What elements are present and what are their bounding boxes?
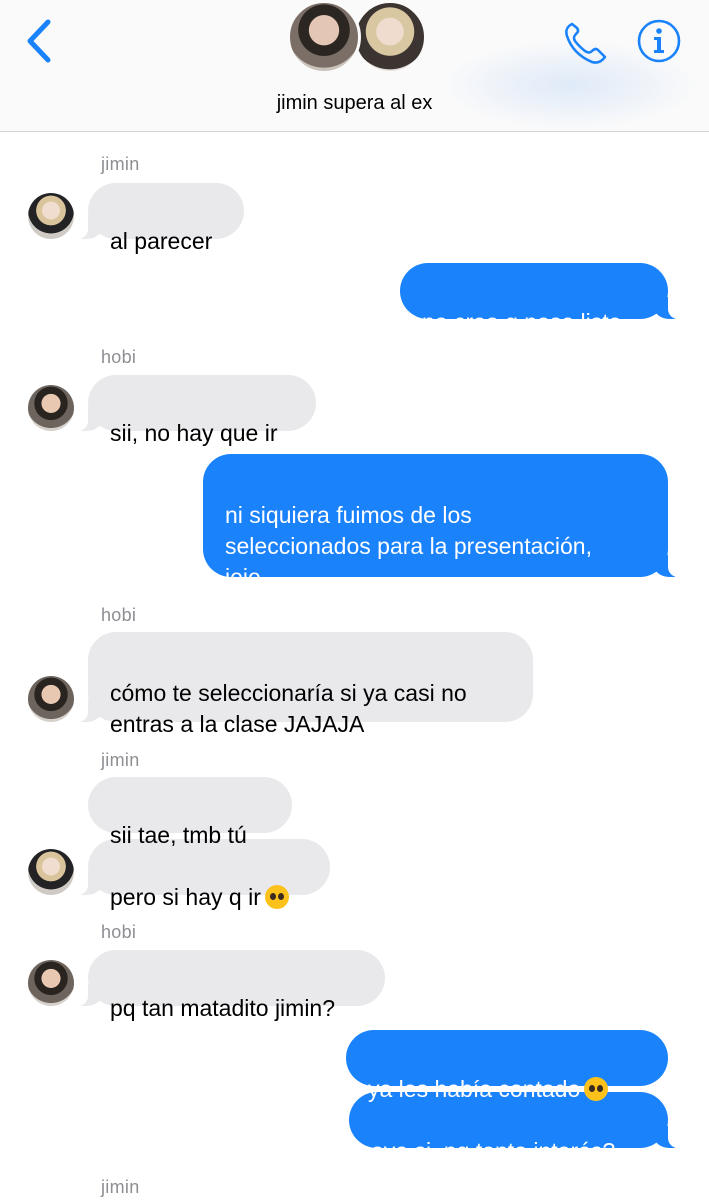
message-bubble[interactable]: pq tan matadito jimin? <box>76 950 385 1021</box>
phone-icon[interactable] <box>562 20 610 66</box>
message-text-content: ya les había contado <box>368 1076 581 1102</box>
message-bubble[interactable]: sii, no hay que ir <box>76 375 316 446</box>
conversation-header: jimin supera al ex <box>0 0 709 132</box>
conversation-title[interactable]: jimin supera al ex <box>0 92 709 115</box>
member-avatar <box>353 0 427 74</box>
member-avatar <box>287 0 361 74</box>
message-text: ni siquiera fuimos de los seleccionados … <box>225 502 592 590</box>
sender-name: hobi <box>101 347 137 367</box>
message-text: sii tae, tmb tú <box>110 822 247 848</box>
sender-name: jimin <box>101 154 140 174</box>
message-text-content: pero si hay q ir <box>110 884 261 910</box>
sender-name: hobi <box>101 922 137 942</box>
avatar[interactable] <box>28 960 74 1006</box>
message-bubble[interactable]: al parecer <box>76 183 244 254</box>
sender-name: jimin <box>101 1177 140 1197</box>
message-text: cómo te seleccionaría si ya casi no entr… <box>110 680 467 737</box>
message-bubble[interactable]: ya les había contado <box>346 1030 668 1102</box>
message-text: al parecer <box>110 228 213 254</box>
avatar[interactable] <box>28 193 74 239</box>
pleading-face-emoji <box>264 885 289 909</box>
message-text: no creo q pase lista <box>422 309 622 335</box>
sender-name: hobi <box>101 605 137 625</box>
message-text: ya les había contado <box>368 1074 646 1105</box>
message-bubble[interactable]: ni siquiera fuimos de los seleccionados … <box>203 454 680 590</box>
sender-name: jimin <box>101 750 140 770</box>
message-text: pq tan matadito jimin? <box>110 995 336 1021</box>
message-text: sii, no hay que ir <box>110 420 278 446</box>
back-chevron-icon[interactable] <box>22 18 58 64</box>
message-text: pero si hay q ir <box>110 882 308 913</box>
flushed-face-emoji <box>584 1077 609 1101</box>
group-avatar[interactable] <box>285 0 427 80</box>
message-bubble[interactable]: cómo te seleccionaría si ya casi no entr… <box>76 632 533 737</box>
info-icon[interactable] <box>636 18 682 64</box>
message-bubble[interactable]: no creo q pase lista <box>400 263 680 335</box>
message-text: oye si, pq tanto interés? <box>371 1138 616 1164</box>
avatar[interactable] <box>28 676 74 722</box>
message-bubble[interactable]: sii tae, tmb tú <box>88 777 292 848</box>
avatar[interactable] <box>28 849 74 895</box>
avatar[interactable] <box>28 385 74 431</box>
